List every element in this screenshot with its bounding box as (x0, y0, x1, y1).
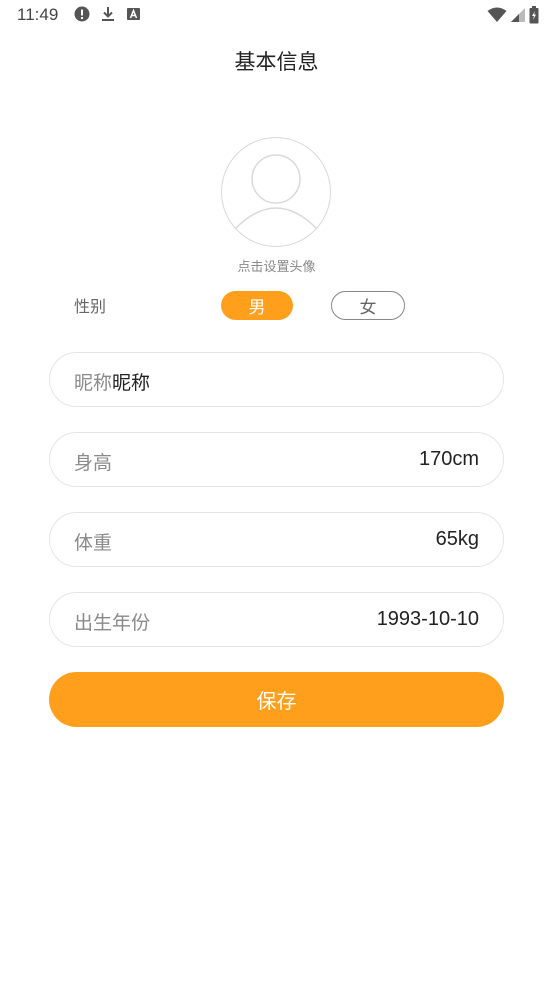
birth-year-field[interactable]: 出生年份 1993-10-10 (49, 592, 504, 647)
signal-icon (511, 8, 525, 22)
status-bar: 11:49 (0, 0, 553, 30)
user-icon (221, 137, 331, 247)
download-icon (102, 7, 114, 21)
gender-label: 性别 (74, 297, 107, 316)
weight-value: 65kg (435, 528, 479, 550)
height-field[interactable]: 身高 170cm (49, 432, 504, 487)
birth-year-value: 1993-10-10 (376, 608, 479, 630)
nickname-field[interactable]: 昵称昵称 (49, 352, 504, 407)
weight-label: 体重 (74, 532, 113, 554)
alert-icon (74, 6, 90, 22)
nickname-placeholder: 昵称 (74, 372, 113, 394)
gender-male-button[interactable]: 男 (221, 291, 293, 320)
status-icons-left (74, 6, 142, 22)
wifi-icon (487, 7, 507, 22)
status-time: 11:49 (17, 5, 59, 24)
gender-female-button[interactable]: 女 (331, 291, 405, 320)
birth-year-label: 出生年份 (74, 612, 151, 634)
a-icon (127, 8, 140, 20)
save-button[interactable]: 保存 (49, 672, 504, 727)
nickname-input[interactable]: 昵称昵称 (74, 368, 150, 395)
nickname-value: 昵称 (112, 372, 151, 394)
height-value: 170cm (418, 448, 479, 470)
status-icons-right (487, 6, 539, 24)
weight-field[interactable]: 体重 65kg (49, 512, 504, 567)
page-title: 基本信息 (234, 50, 319, 74)
height-label: 身高 (74, 452, 113, 474)
battery-icon (529, 6, 539, 24)
avatar[interactable] (221, 137, 331, 247)
avatar-hint[interactable]: 点击设置头像 (0, 256, 553, 275)
